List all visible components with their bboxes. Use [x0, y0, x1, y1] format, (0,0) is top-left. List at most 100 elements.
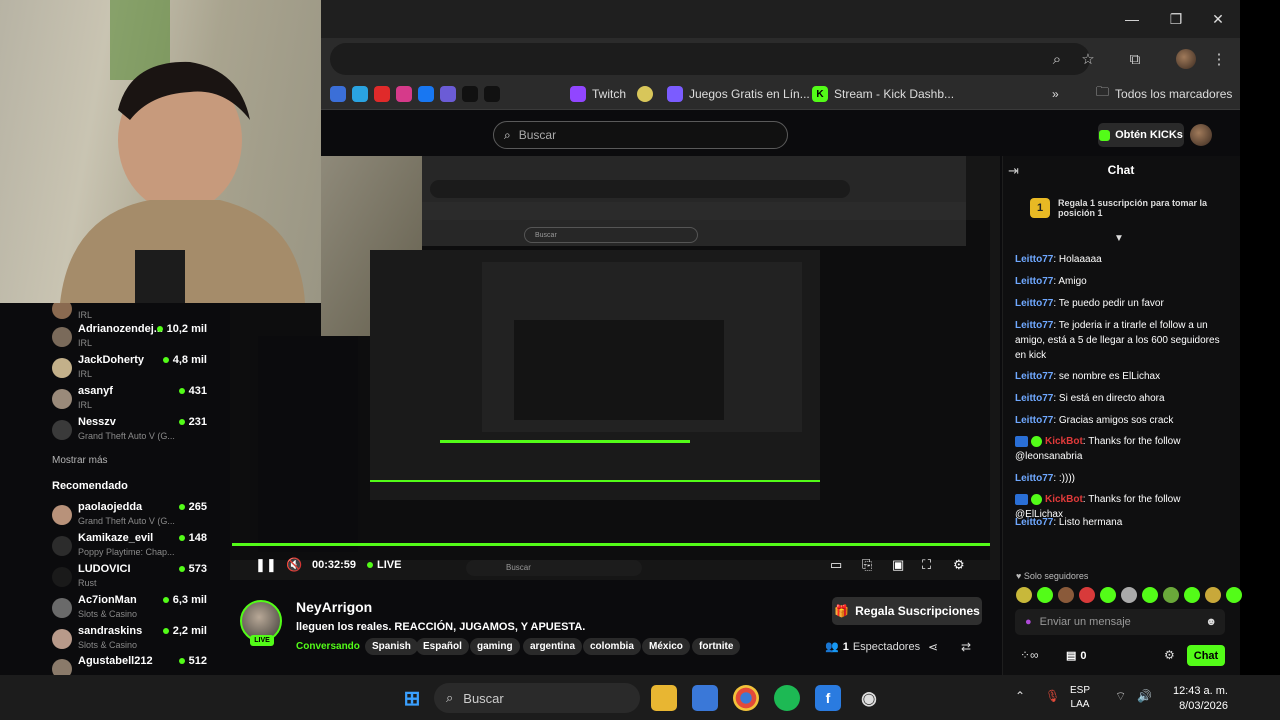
tag[interactable]: México [642, 638, 690, 655]
sidebar-channel[interactable]: Nesszv Grand Theft Auto V (G... 231 [52, 416, 220, 446]
gift-subscriptions-button[interactable]: 🎁 Regala Suscripciones [832, 597, 982, 625]
pip-icon[interactable]: ▣ [892, 557, 904, 573]
emote-quick-bar[interactable] [1016, 587, 1242, 603]
viewer-count: 👥 1 Espectadores [825, 640, 921, 654]
facebook-icon[interactable] [418, 86, 434, 102]
v-icon[interactable] [440, 86, 456, 102]
tiktok-icon[interactable] [462, 86, 478, 102]
sidebar-recommended-channel[interactable]: Ac7ionMan Slots & Casino 6,3 mil [52, 594, 220, 624]
tray-chevron-icon[interactable]: ⌃ [1015, 689, 1025, 703]
bookmark-kick-dashboard[interactable]: K Stream - Kick Dashb... [812, 84, 954, 104]
mic-icon[interactable]: ● [1025, 616, 1032, 628]
tag[interactable]: Español [416, 638, 469, 655]
chat-settings-icon[interactable]: ⚙ [1164, 648, 1175, 662]
language-indicator[interactable]: ESP LAA [1070, 684, 1090, 712]
streamer-name[interactable]: NeyArrigon [296, 599, 372, 615]
clip-icon[interactable]: ⎘ [862, 557, 872, 573]
tag[interactable]: fortnite [692, 638, 741, 655]
file-explorer-icon[interactable] [651, 685, 677, 711]
youtube-icon[interactable] [374, 86, 390, 102]
send-chat-button[interactable]: Chat [1187, 645, 1225, 666]
tag[interactable]: colombia [583, 638, 641, 655]
emote-icon[interactable] [1079, 587, 1095, 603]
user-avatar[interactable] [1190, 124, 1212, 146]
wifi-icon[interactable]: ⌔ [1115, 689, 1126, 704]
profile-avatar[interactable] [1176, 49, 1196, 69]
spotify-icon[interactable] [774, 685, 800, 711]
bookmark-juegos[interactable]: Juegos Gratis en Lín... [667, 84, 810, 104]
bookmark-icon[interactable] [330, 86, 346, 102]
emote-icon[interactable] [1100, 587, 1116, 603]
sidebar-channel[interactable]: JackDoherty IRL 4,8 mil [52, 354, 220, 384]
pinned-gift-banner[interactable]: 1 Regala 1 suscripción para tomar la pos… [1030, 198, 1220, 218]
pause-icon[interactable]: ❚❚ [255, 557, 277, 573]
restore-icon[interactable]: ❐ [1154, 0, 1198, 38]
minimize-icon[interactable]: — [1110, 0, 1154, 38]
facebook-app-icon[interactable]: f [815, 685, 841, 711]
settings-icon[interactable]: ⚙ [953, 557, 965, 573]
bookmark-icons-group[interactable] [330, 84, 500, 104]
kick-points-icon[interactable]: ⁘∞ [1020, 648, 1039, 662]
follow-icon[interactable]: ⇄ [961, 640, 971, 654]
emote-icon[interactable] [1016, 587, 1032, 603]
chrome-icon[interactable] [733, 685, 759, 711]
juegos-icon [667, 86, 683, 102]
menu-icon[interactable]: ⋮ [1208, 48, 1230, 70]
search-input[interactable]: ⌕ Buscar [493, 121, 788, 149]
emote-icon[interactable] [1121, 587, 1137, 603]
instagram-icon[interactable] [396, 86, 412, 102]
microphone-icon[interactable]: 🎙 [1045, 689, 1060, 703]
bookmark-misc[interactable] [637, 84, 653, 104]
sidebar-recommended-channel[interactable]: paolaojedda Grand Theft Auto V (G... 265 [52, 501, 220, 531]
address-bar[interactable] [330, 43, 1090, 75]
volume-icon[interactable]: 🔊 [1137, 689, 1152, 703]
close-icon[interactable]: ✕ [1196, 0, 1240, 38]
sidebar-recommended-channel[interactable]: LUDOVICI Rust 573 [52, 563, 220, 593]
store-icon[interactable] [692, 685, 718, 711]
emote-icon[interactable] [1058, 587, 1074, 603]
emote-icon[interactable] [1163, 587, 1179, 603]
theatre-mode-icon[interactable]: ▭ [830, 557, 842, 573]
star-icon[interactable]: ☆ [1077, 48, 1099, 70]
sidebar-channel[interactable]: Adrianozendej... IRL 10,2 mil [52, 323, 220, 353]
extensions-icon[interactable]: ⧉ [1124, 48, 1146, 70]
chat-message: Leitto77: Si está en directo ahora [1015, 393, 1165, 404]
emote-icon[interactable] [1142, 587, 1158, 603]
x-icon[interactable] [484, 86, 500, 102]
sidebar-recommended-channel[interactable]: Kamikaze_evil Poppy Playtime: Chap... 14… [52, 532, 220, 562]
progress-bar[interactable] [232, 543, 990, 546]
stream-category-link[interactable]: Conversando [296, 641, 360, 652]
fullscreen-icon[interactable]: ⛶ [922, 557, 931, 573]
bookmark-twitch[interactable]: Twitch [570, 84, 626, 104]
tag[interactable]: Spanish [365, 638, 418, 655]
share-icon[interactable]: ⋖ [928, 640, 938, 654]
windows-start-icon[interactable]: ⊞ [399, 685, 425, 711]
emote-icon[interactable] [1037, 587, 1053, 603]
obs-icon[interactable]: ◉ [856, 685, 882, 711]
recommended-heading: Recomendado [52, 480, 128, 492]
bookmarks-overflow-button[interactable]: » [1052, 84, 1059, 104]
tag[interactable]: argentina [523, 638, 583, 655]
expand-pinned-icon[interactable]: ▼ [1114, 233, 1124, 244]
telegram-icon[interactable] [352, 86, 368, 102]
chat-input[interactable]: ● Enviar un mensaje ☻ [1015, 609, 1225, 635]
sidebar-recommended-channel[interactable]: sandraskins Slots & Casino 2,2 mil [52, 625, 220, 655]
taskbar-search[interactable]: ⌕ Buscar [434, 683, 640, 713]
emote-icon[interactable] [1226, 587, 1242, 603]
get-kicks-button[interactable]: Obtén KICKs [1098, 123, 1184, 147]
taskbar-clock[interactable]: 12:43 a. m. 8/03/2026 [1162, 684, 1228, 714]
avatar [52, 303, 72, 319]
emote-icon[interactable] [1205, 587, 1221, 603]
webcam-person-image [60, 0, 305, 303]
kicks-balance[interactable]: ▤ 0 [1066, 649, 1087, 663]
emote-icon[interactable] [1184, 587, 1200, 603]
sidebar-recommended-channel[interactable]: Agustabell212 512 [52, 655, 220, 675]
emoji-icon[interactable]: ☻ [1205, 616, 1217, 628]
mute-icon[interactable]: 🔇 [286, 557, 302, 573]
sidebar-channel[interactable]: asanyf IRL 431 [52, 385, 220, 415]
show-more-link[interactable]: Mostrar más [52, 455, 108, 466]
zoom-icon[interactable]: ⌕ [1046, 48, 1068, 70]
all-bookmarks[interactable]: 🗀 Todos los marcadores [1096, 84, 1232, 104]
verified-icon [1031, 493, 1042, 505]
tag[interactable]: gaming [470, 638, 520, 655]
